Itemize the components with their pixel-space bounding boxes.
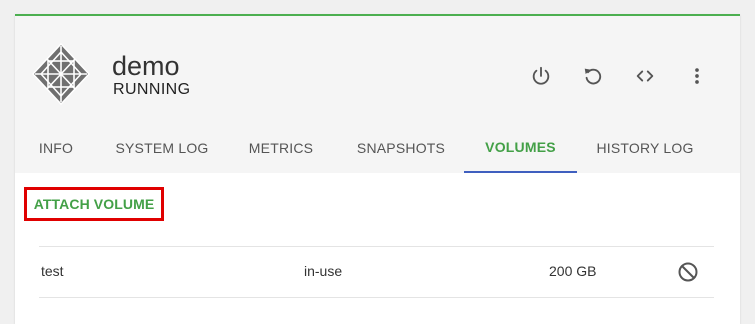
highlight-box: [24, 187, 164, 221]
os-logo-icon: [31, 42, 91, 106]
divider: [39, 297, 714, 298]
tab-system-log[interactable]: SYSTEM LOG: [103, 122, 221, 173]
tab-volumes[interactable]: VOLUMES: [464, 122, 577, 173]
reboot-button[interactable]: [579, 62, 607, 90]
instance-header: demo RUNNING INFO SYSTEM LOG METRICS SNA…: [15, 16, 740, 173]
more-vert-icon: [695, 68, 699, 84]
console-button[interactable]: [631, 62, 659, 90]
block-icon: [678, 262, 698, 282]
tab-history-log[interactable]: HISTORY LOG: [585, 122, 705, 173]
detach-volume-button[interactable]: [676, 260, 700, 284]
divider: [39, 246, 714, 247]
tab-snapshots[interactable]: SNAPSHOTS: [341, 122, 461, 173]
instance-status: RUNNING: [113, 81, 191, 98]
instance-card: demo RUNNING INFO SYSTEM LOG METRICS SNA…: [15, 14, 740, 324]
code-icon: [636, 70, 654, 82]
instance-tabs: INFO SYSTEM LOG METRICS SNAPSHOTS VOLUME…: [15, 122, 740, 173]
power-button[interactable]: [527, 62, 555, 90]
power-icon: [532, 66, 550, 85]
refresh-icon: [584, 68, 602, 85]
more-options-button[interactable]: [683, 62, 711, 90]
volume-name: test: [41, 263, 64, 279]
volume-state: in-use: [304, 263, 343, 279]
tab-info[interactable]: INFO: [25, 122, 87, 173]
volume-size: 200 GB: [549, 263, 597, 279]
tab-metrics[interactable]: METRICS: [237, 122, 325, 173]
instance-name: demo: [112, 51, 180, 81]
